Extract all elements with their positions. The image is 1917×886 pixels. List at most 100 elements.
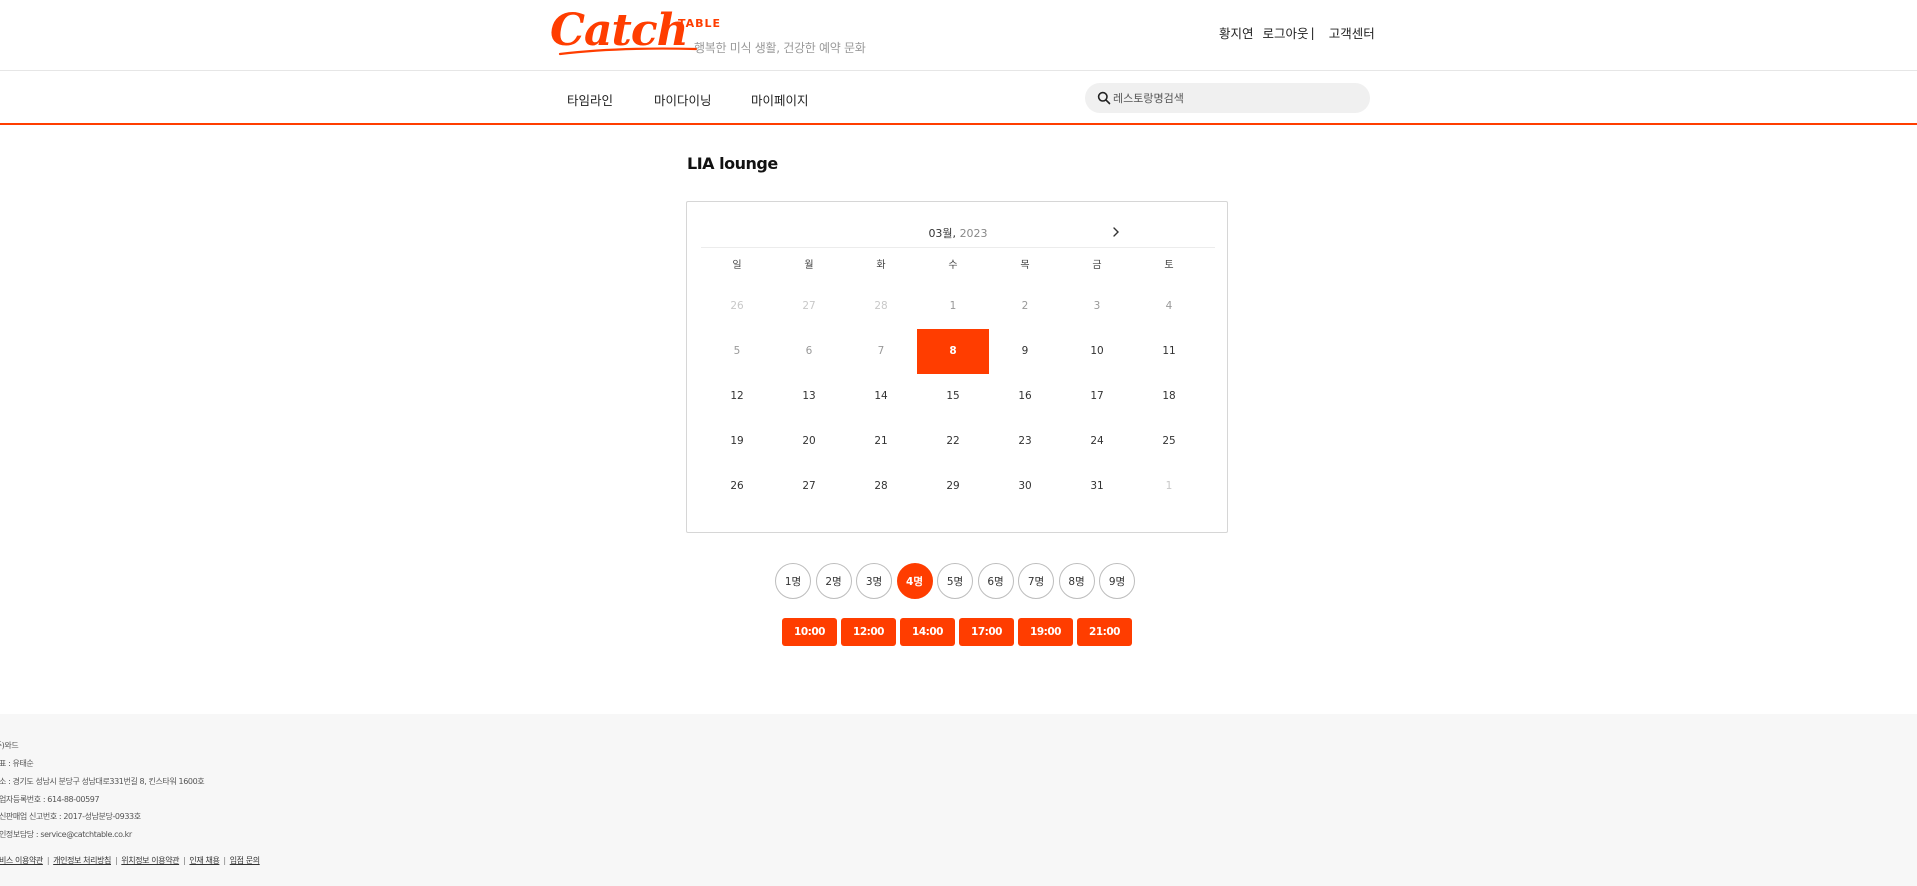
calendar-day[interactable]: 18 [1133,374,1205,419]
calendar-day: 2 [1021,300,1029,312]
footer-link-separator: | [223,856,226,865]
calendar-day[interactable]: 12 [701,374,773,419]
time-slot-button[interactable]: 12:00 [841,618,896,646]
footer-link-careers[interactable]: 인재 채용 [189,856,219,865]
footer-mail-order-number: 통신판매업 신고번호 : 2017-성남분당-0933호 [0,812,141,821]
weekday-fri: 금 [1092,260,1102,271]
footer-link-separator: | [115,856,118,865]
footer-company: (주)와드 [0,741,19,750]
time-slot-button[interactable]: 17:00 [959,618,1014,646]
top-header: Catch TABLE 행복한 미식 생활, 건강한 예약 문화 황지연 로그아… [0,0,1917,71]
calendar-day[interactable]: 24 [1061,419,1133,464]
footer-link-privacy[interactable]: 개인정보 처리방침 [53,856,111,865]
weekday-mon: 월 [804,260,814,271]
party-size-button[interactable]: 2명 [815,563,852,599]
calendar-day[interactable]: 20 [773,419,845,464]
party-size-button[interactable]: 9명 [1099,563,1135,599]
weekday-thu: 목 [1020,260,1030,271]
party-size-button[interactable]: 8명 [1058,563,1095,599]
party-size-selector: 1명 2명 3명 4명 5명 6명 7명 8명 9명 [775,563,1140,599]
calendar-month: 03월, [928,227,957,240]
search-box [1085,83,1370,113]
user-menu: 황지연 로그아웃 | 고객센터 [1219,23,1375,42]
restaurant-title: LIA lounge [687,154,778,173]
nav-item-timeline[interactable]: 타임라인 [567,90,613,109]
time-slot-selector: 10:00 12:00 14:00 17:00 19:00 21:00 [782,618,1136,646]
chevron-right-icon [1113,227,1119,237]
time-slot-button[interactable]: 21:00 [1077,618,1132,646]
calendar-day[interactable]: 16 [989,374,1061,419]
footer-biz-number: 사업자등록번호 : 614-88-00597 [0,795,100,804]
calendar-day: 5 [733,345,741,357]
calendar-week: 26 27 28 29 30 31 1 [701,464,1215,509]
customer-center-link[interactable]: 고객센터 [1329,23,1375,42]
party-size-button[interactable]: 5명 [937,563,973,599]
calendar-day[interactable]: 29 [917,464,989,509]
footer-links: 서비스 이용약관|개인정보 처리방침|위치정보 이용약관|인재 채용|입점 문의 [0,855,260,866]
calendar-day[interactable]: 21 [845,419,917,464]
calendar-day[interactable]: 28 [845,464,917,509]
calendar-day-selected[interactable]: 8 [917,329,989,374]
calendar-week: 5 6 7 8 9 10 11 [701,329,1215,374]
calendar-day[interactable]: 25 [1133,419,1205,464]
calendar-day: 26 [730,300,744,312]
calendar-week: 19 20 21 22 23 24 25 [701,419,1215,464]
logo-swoosh-icon [558,47,698,56]
nav-bar: 타임라인 마이다이닝 마이페이지 [0,71,1917,125]
weekday-tue: 화 [876,260,886,271]
calendar-day[interactable]: 14 [845,374,917,419]
party-size-button[interactable]: 7명 [1018,563,1054,599]
calendar-grid: 일 월 화 수 목 금 토 26 27 28 1 2 3 4 5 6 7 8 9… [701,248,1215,509]
calendar-day[interactable]: 9 [989,329,1061,374]
calendar-day[interactable]: 27 [773,464,845,509]
search-icon[interactable] [1097,91,1111,105]
logo-subtext: TABLE [678,17,722,30]
party-size-button[interactable]: 3명 [856,563,892,599]
time-slot-button[interactable]: 14:00 [900,618,955,646]
calendar-header: 03월, 2023 [701,202,1215,248]
calendar-month-label: 03월, 2023 [701,225,1215,241]
calendar-day: 1 [949,300,957,312]
time-slot-button[interactable]: 10:00 [782,618,837,646]
calendar-day: 3 [1093,300,1101,312]
calendar-day[interactable]: 31 [1061,464,1133,509]
calendar-day[interactable]: 10 [1061,329,1133,374]
party-size-button[interactable]: 1명 [775,563,811,599]
calendar-day[interactable]: 26 [701,464,773,509]
calendar-day[interactable]: 19 [701,419,773,464]
calendar-week: 26 27 28 1 2 3 4 [701,284,1215,329]
weekday-row: 일 월 화 수 목 금 토 [701,248,1215,284]
calendar-year: 2023 [959,227,988,240]
footer-link-separator: | [46,856,50,865]
calendar-day: 27 [802,300,816,312]
next-month-button[interactable] [1106,222,1126,242]
weekday-sun: 일 [732,260,742,271]
party-size-button-selected[interactable]: 4명 [896,563,933,599]
calendar-day[interactable]: 17 [1061,374,1133,419]
calendar-day[interactable]: 30 [989,464,1061,509]
menu-divider: | [1310,25,1315,40]
nav-item-my-dining[interactable]: 마이다이닝 [654,90,712,109]
footer-link-partnership[interactable]: 입점 문의 [230,856,260,865]
tagline: 행복한 미식 생활, 건강한 예약 문화 [694,41,866,55]
calendar-day: 7 [877,345,885,357]
logout-link[interactable]: 로그아웃 [1263,23,1309,42]
search-input[interactable] [1113,83,1363,113]
nav-item-my-page[interactable]: 마이페이지 [751,90,809,109]
calendar-day[interactable]: 23 [989,419,1061,464]
calendar-day[interactable]: 15 [917,374,989,419]
calendar-day: 1 [1165,480,1173,492]
calendar-day[interactable]: 22 [917,419,989,464]
calendar-day: 28 [874,300,888,312]
calendar-day: 4 [1165,300,1173,312]
calendar-day[interactable]: 11 [1133,329,1205,374]
weekday-sat: 토 [1164,260,1174,271]
footer-link-terms[interactable]: 서비스 이용약관 [0,856,43,865]
footer-link-location-terms[interactable]: 위치정보 이용약관 [121,856,179,865]
weekday-wed: 수 [948,260,958,271]
user-name[interactable]: 황지연 [1219,23,1254,42]
footer-link-separator: | [183,856,186,865]
party-size-button[interactable]: 6명 [977,563,1014,599]
time-slot-button[interactable]: 19:00 [1018,618,1073,646]
calendar-day[interactable]: 13 [773,374,845,419]
